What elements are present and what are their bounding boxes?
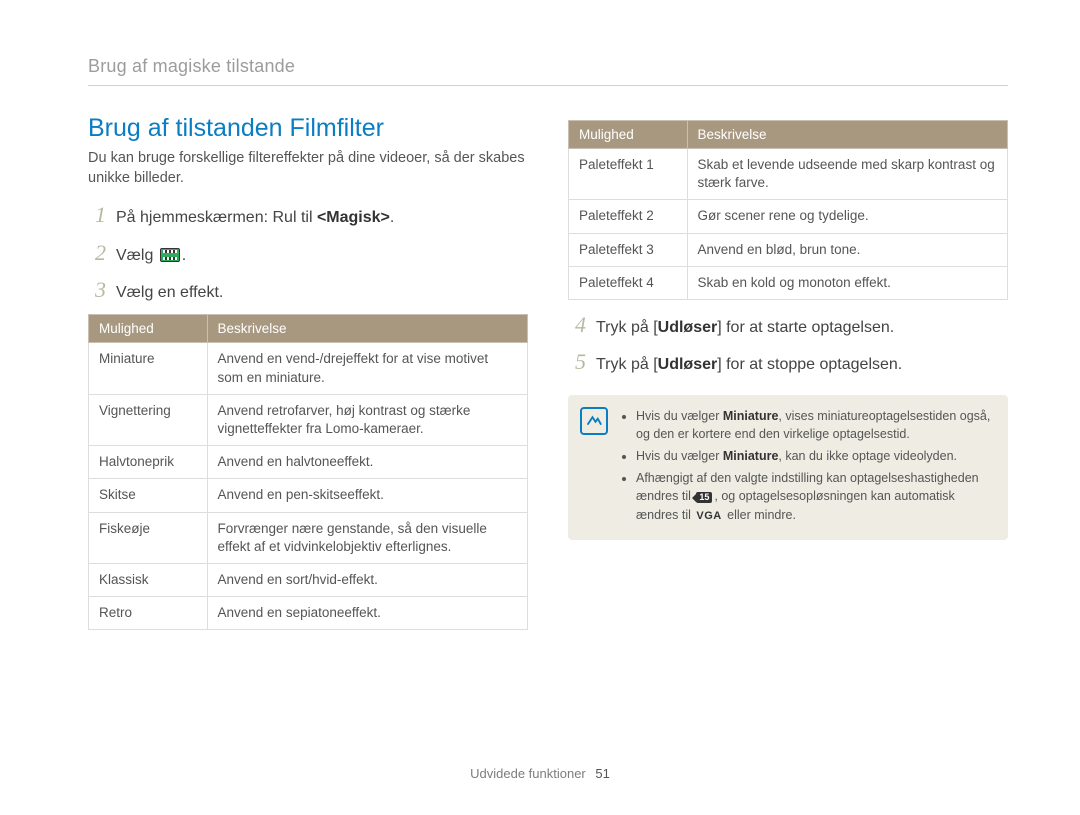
step-number: 4: [568, 312, 586, 338]
note-bold: Miniature: [723, 449, 779, 463]
step-pre: Tryk på [: [596, 356, 658, 373]
options-table-right: Mulighed Beskrivelse Paleteffekt 1Skab e…: [568, 120, 1008, 300]
step-5: 5 Tryk på [Udløser] for at stoppe optage…: [568, 349, 1008, 376]
opt-desc: Forvrænger nære genstande, så den visuel…: [207, 512, 527, 563]
opt-name: Miniature: [89, 343, 208, 394]
table-row: Paleteffekt 3Anvend en blød, brun tone.: [569, 233, 1008, 266]
film-filter-icon: [160, 248, 180, 262]
th-option: Mulighed: [569, 121, 688, 149]
step-text: Tryk på [Udløser] for at starte optagels…: [596, 317, 894, 339]
steps-left: 1 På hjemmeskærmen: Rul til <Magisk>. 2 …: [88, 202, 528, 304]
table-row: Paleteffekt 4Skab en kold og monoton eff…: [569, 266, 1008, 299]
step-post: ] for at starte optagelsen.: [717, 319, 894, 336]
step-3: 3 Vælg en effekt.: [88, 277, 528, 304]
opt-name: Klassisk: [89, 564, 208, 597]
page-footer: Udvidede funktioner 51: [0, 766, 1080, 781]
table-row: Paleteffekt 2Gør scener rene og tydelige…: [569, 200, 1008, 233]
opt-name: Paleteffekt 4: [569, 266, 688, 299]
section-intro: Du kan bruge forskellige filtereffekter …: [88, 149, 528, 188]
table-row: Paleteffekt 1Skab et levende udseende me…: [569, 149, 1008, 200]
note-bold: Miniature: [723, 409, 779, 423]
step-post: .: [390, 209, 394, 226]
th-desc: Beskrivelse: [687, 121, 1007, 149]
step-text: Vælg .: [116, 245, 186, 267]
table-row: MiniatureAnvend en vend-/drejeffekt for …: [89, 343, 528, 394]
opt-desc: Skab en kold og monoton effekt.: [687, 266, 1007, 299]
opt-desc: Skab et levende udseende med skarp kontr…: [687, 149, 1007, 200]
step-post: ] for at stoppe optagelsen.: [717, 356, 902, 373]
opt-name: Vignettering: [89, 394, 208, 445]
step-post: .: [182, 247, 186, 264]
breadcrumb: Brug af magiske tilstande: [88, 56, 1008, 86]
right-column: Mulighed Beskrivelse Paleteffekt 1Skab e…: [568, 114, 1008, 642]
step-4: 4 Tryk på [Udløser] for at starte optage…: [568, 312, 1008, 339]
th-option: Mulighed: [89, 315, 208, 343]
step-pre: Vælg: [116, 247, 158, 264]
step-bold: Udløser: [658, 319, 718, 336]
note-text: Hvis du vælger: [636, 449, 723, 463]
opt-desc: Gør scener rene og tydelige.: [687, 200, 1007, 233]
note-item: Hvis du vælger Miniature, vises miniatur…: [636, 407, 992, 443]
step-text: På hjemmeskærmen: Rul til <Magisk>.: [116, 207, 394, 229]
footer-section: Udvidede funktioner: [470, 766, 586, 781]
options-table-left: Mulighed Beskrivelse MiniatureAnvend en …: [88, 314, 528, 630]
note-text: , kan du ikke optage videolyden.: [778, 449, 957, 463]
step-number: 2: [88, 240, 106, 266]
step-bold: Udløser: [658, 356, 718, 373]
opt-desc: Anvend en sepiatoneeffekt.: [207, 597, 527, 630]
step-number: 1: [88, 202, 106, 228]
note-icon: [580, 407, 608, 435]
steps-right: 4 Tryk på [Udløser] for at starte optage…: [568, 312, 1008, 377]
opt-name: Paleteffekt 2: [569, 200, 688, 233]
opt-name: Fiskeøje: [89, 512, 208, 563]
section-heading: Brug af tilstanden Filmfilter: [88, 114, 528, 143]
opt-desc: Anvend en pen-skitseeffekt.: [207, 479, 527, 512]
opt-desc: Anvend retrofarver, høj kontrast og stær…: [207, 394, 527, 445]
opt-name: Skitse: [89, 479, 208, 512]
step-2: 2 Vælg .: [88, 240, 528, 267]
table-row: FiskeøjeForvrænger nære genstande, så de…: [89, 512, 528, 563]
opt-desc: Anvend en sort/hvid-effekt.: [207, 564, 527, 597]
table-row: KlassiskAnvend en sort/hvid-effekt.: [89, 564, 528, 597]
fps-icon: 15: [696, 492, 712, 503]
table-row: HalvtoneprikAnvend en halvtoneeffekt.: [89, 446, 528, 479]
step-pre: Tryk på [: [596, 319, 658, 336]
opt-name: Retro: [89, 597, 208, 630]
step-text: Vælg en effekt.: [116, 282, 223, 304]
table-row: RetroAnvend en sepiatoneeffekt.: [89, 597, 528, 630]
opt-name: Halvtoneprik: [89, 446, 208, 479]
step-text: Tryk på [Udløser] for at stoppe optagels…: [596, 354, 902, 376]
opt-desc: Anvend en halvtoneeffekt.: [207, 446, 527, 479]
step-number: 5: [568, 349, 586, 375]
page-number: 51: [595, 766, 609, 781]
opt-desc: Anvend en vend-/drejeffekt for at vise m…: [207, 343, 527, 394]
vga-label: VGA: [696, 509, 721, 525]
note-box: Hvis du vælger Miniature, vises miniatur…: [568, 395, 1008, 541]
left-column: Brug af tilstanden Filmfilter Du kan bru…: [88, 114, 528, 642]
opt-name: Paleteffekt 1: [569, 149, 688, 200]
step-pre: På hjemmeskærmen: Rul til: [116, 209, 317, 226]
note-item: Hvis du vælger Miniature, kan du ikke op…: [636, 447, 992, 465]
table-row: SkitseAnvend en pen-skitseeffekt.: [89, 479, 528, 512]
note-text: Hvis du vælger: [636, 409, 723, 423]
step-1: 1 På hjemmeskærmen: Rul til <Magisk>.: [88, 202, 528, 229]
note-item: Afhængigt af den valgte indstilling kan …: [636, 469, 992, 524]
opt-name: Paleteffekt 3: [569, 233, 688, 266]
table-row: VignetteringAnvend retrofarver, høj kont…: [89, 394, 528, 445]
opt-desc: Anvend en blød, brun tone.: [687, 233, 1007, 266]
th-desc: Beskrivelse: [207, 315, 527, 343]
note-text: eller mindre.: [724, 508, 796, 522]
step-bold: <Magisk>: [317, 209, 390, 226]
step-number: 3: [88, 277, 106, 303]
